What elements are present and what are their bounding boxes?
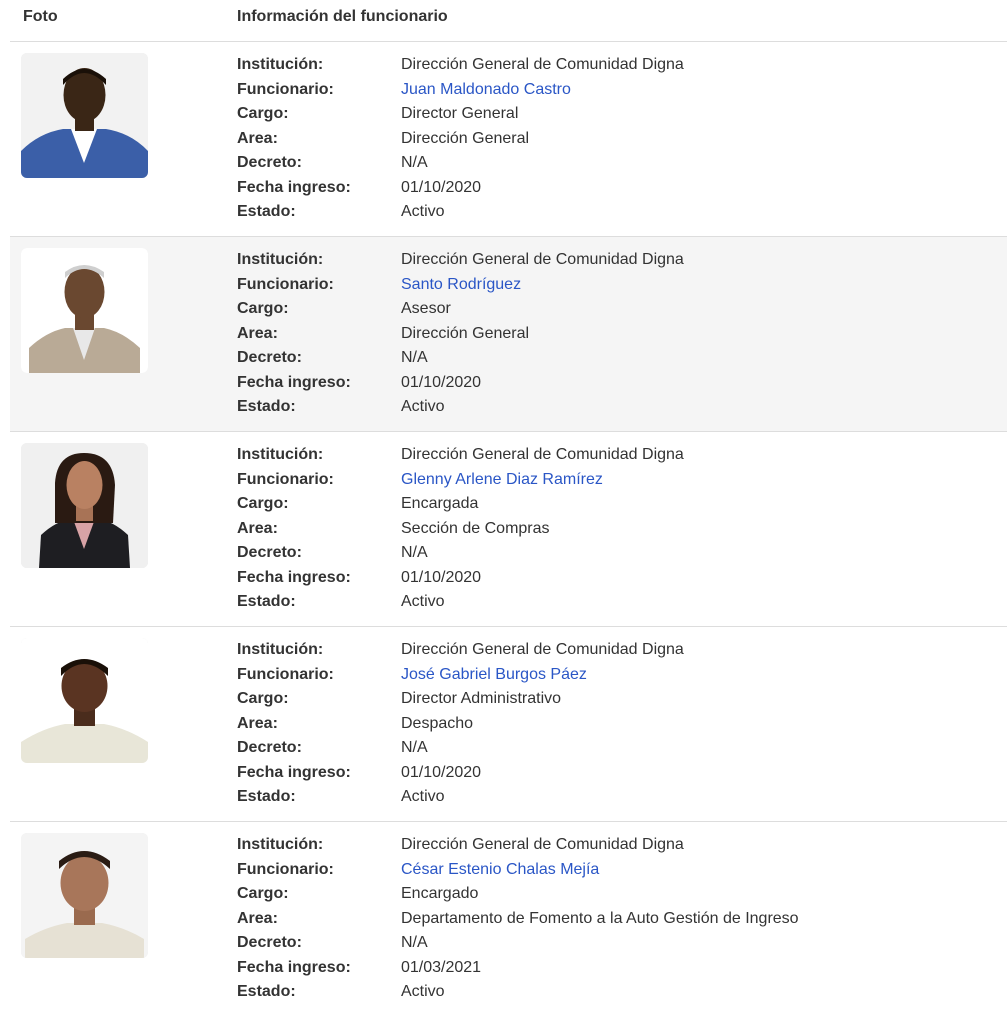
label-institucion: Institución: (237, 446, 324, 463)
label-funcionario: Funcionario: (237, 275, 334, 293)
value-cargo: Encargado (401, 885, 479, 902)
label-decreto: Decreto: (237, 739, 302, 756)
label-funcionario: Funcionario: (237, 665, 334, 683)
label-decreto: Decreto: (237, 154, 302, 171)
value-decreto: N/A (401, 154, 428, 171)
official-photo (21, 248, 148, 373)
label-cargo: Cargo: (237, 105, 289, 122)
value-institucion: Dirección General de Comunidad Digna (401, 251, 684, 268)
official-photo (21, 53, 148, 178)
official-photo (21, 638, 148, 763)
value-institucion: Dirección General de Comunidad Digna (401, 641, 684, 658)
label-cargo: Cargo: (237, 495, 289, 512)
value-decreto: N/A (401, 739, 428, 756)
label-area: Area: (237, 519, 278, 537)
official-name-link[interactable]: César Estenio Chalas Mejía (401, 858, 599, 883)
value-estado: Activo (401, 788, 445, 805)
official-name-link[interactable]: Juan Maldonado Castro (401, 78, 571, 103)
table-header: Foto Información del funcionario (10, 0, 1007, 42)
table-row: Institución: Dirección General de Comunid… (10, 237, 1007, 432)
official-name-link[interactable]: Santo Rodríguez (401, 273, 521, 298)
value-estado: Activo (401, 593, 445, 610)
label-institucion: Institución: (237, 641, 324, 658)
label-funcionario: Funcionario: (237, 860, 334, 878)
label-cargo: Cargo: (237, 300, 289, 317)
label-institucion: Institución: (237, 56, 324, 73)
value-institucion: Dirección General de Comunidad Digna (401, 446, 684, 463)
official-photo (21, 443, 148, 568)
value-area: Dirección General (401, 129, 530, 147)
value-institucion: Dirección General de Comunidad Digna (401, 836, 684, 853)
value-institucion: Dirección General de Comunidad Digna (401, 56, 684, 73)
label-fecha: Fecha ingreso: (237, 958, 351, 976)
label-area: Area: (237, 909, 278, 927)
label-area: Area: (237, 324, 278, 342)
table-row: Institución: Dirección General de Comunid… (10, 627, 1007, 822)
official-photo (21, 833, 148, 958)
value-decreto: N/A (401, 544, 428, 561)
label-decreto: Decreto: (237, 544, 302, 561)
label-cargo: Cargo: (237, 690, 289, 707)
official-name-link[interactable]: José Gabriel Burgos Páez (401, 663, 587, 688)
official-info: Institución: Dirección General de Comunid… (237, 53, 684, 225)
label-estado: Estado: (237, 398, 296, 415)
official-name-link[interactable]: Glenny Arlene Diaz Ramírez (401, 468, 603, 493)
label-fecha: Fecha ingreso: (237, 373, 351, 391)
value-estado: Activo (401, 398, 445, 415)
value-cargo: Director General (401, 105, 519, 122)
label-funcionario: Funcionario: (237, 470, 334, 488)
value-estado: Activo (401, 983, 445, 1000)
value-fecha: 01/10/2020 (401, 763, 482, 781)
value-area: Despacho (401, 714, 474, 732)
label-estado: Estado: (237, 203, 296, 220)
label-estado: Estado: (237, 593, 296, 610)
person-photo-icon (21, 443, 148, 568)
person-photo-icon (21, 638, 148, 763)
label-fecha: Fecha ingreso: (237, 178, 351, 196)
value-cargo: Asesor (401, 300, 451, 317)
label-funcionario: Funcionario: (237, 80, 334, 98)
official-info: Institución: Dirección General de Comunid… (237, 443, 684, 615)
label-cargo: Cargo: (237, 885, 289, 902)
value-area: Sección de Compras (401, 519, 550, 537)
value-area: Departamento de Fomento a la Auto Gestió… (401, 909, 799, 927)
label-estado: Estado: (237, 983, 296, 1000)
label-institucion: Institución: (237, 836, 324, 853)
value-fecha: 01/03/2021 (401, 958, 482, 976)
value-cargo: Encargada (401, 495, 479, 512)
label-institucion: Institución: (237, 251, 324, 268)
official-info: Institución: Dirección General de Comunid… (237, 638, 684, 810)
person-photo-icon (21, 833, 148, 958)
table-row: Institución: Dirección General de Comunid… (10, 432, 1007, 627)
table-row: Institución: Dirección General de Comunid… (10, 822, 1007, 1017)
value-estado: Activo (401, 203, 445, 220)
header-foto: Foto (23, 8, 58, 25)
label-estado: Estado: (237, 788, 296, 805)
official-info: Institución: Dirección General de Comunid… (237, 833, 799, 1005)
label-decreto: Decreto: (237, 934, 302, 951)
value-area: Dirección General (401, 324, 530, 342)
value-fecha: 01/10/2020 (401, 178, 482, 196)
officials-table: Foto Información del funcionario Institu… (10, 0, 1007, 1017)
table-row: Institución: Dirección General de Comunid… (10, 42, 1007, 237)
value-decreto: N/A (401, 349, 428, 366)
label-area: Area: (237, 714, 278, 732)
value-decreto: N/A (401, 934, 428, 951)
value-fecha: 01/10/2020 (401, 373, 482, 391)
person-photo-icon (21, 53, 148, 178)
official-info: Institución: Dirección General de Comunid… (237, 248, 684, 420)
label-decreto: Decreto: (237, 349, 302, 366)
header-info: Información del funcionario (237, 8, 448, 25)
value-fecha: 01/10/2020 (401, 568, 482, 586)
person-photo-icon (21, 248, 148, 373)
label-fecha: Fecha ingreso: (237, 568, 351, 586)
label-area: Area: (237, 129, 278, 147)
label-fecha: Fecha ingreso: (237, 763, 351, 781)
value-cargo: Director Administrativo (401, 690, 562, 707)
